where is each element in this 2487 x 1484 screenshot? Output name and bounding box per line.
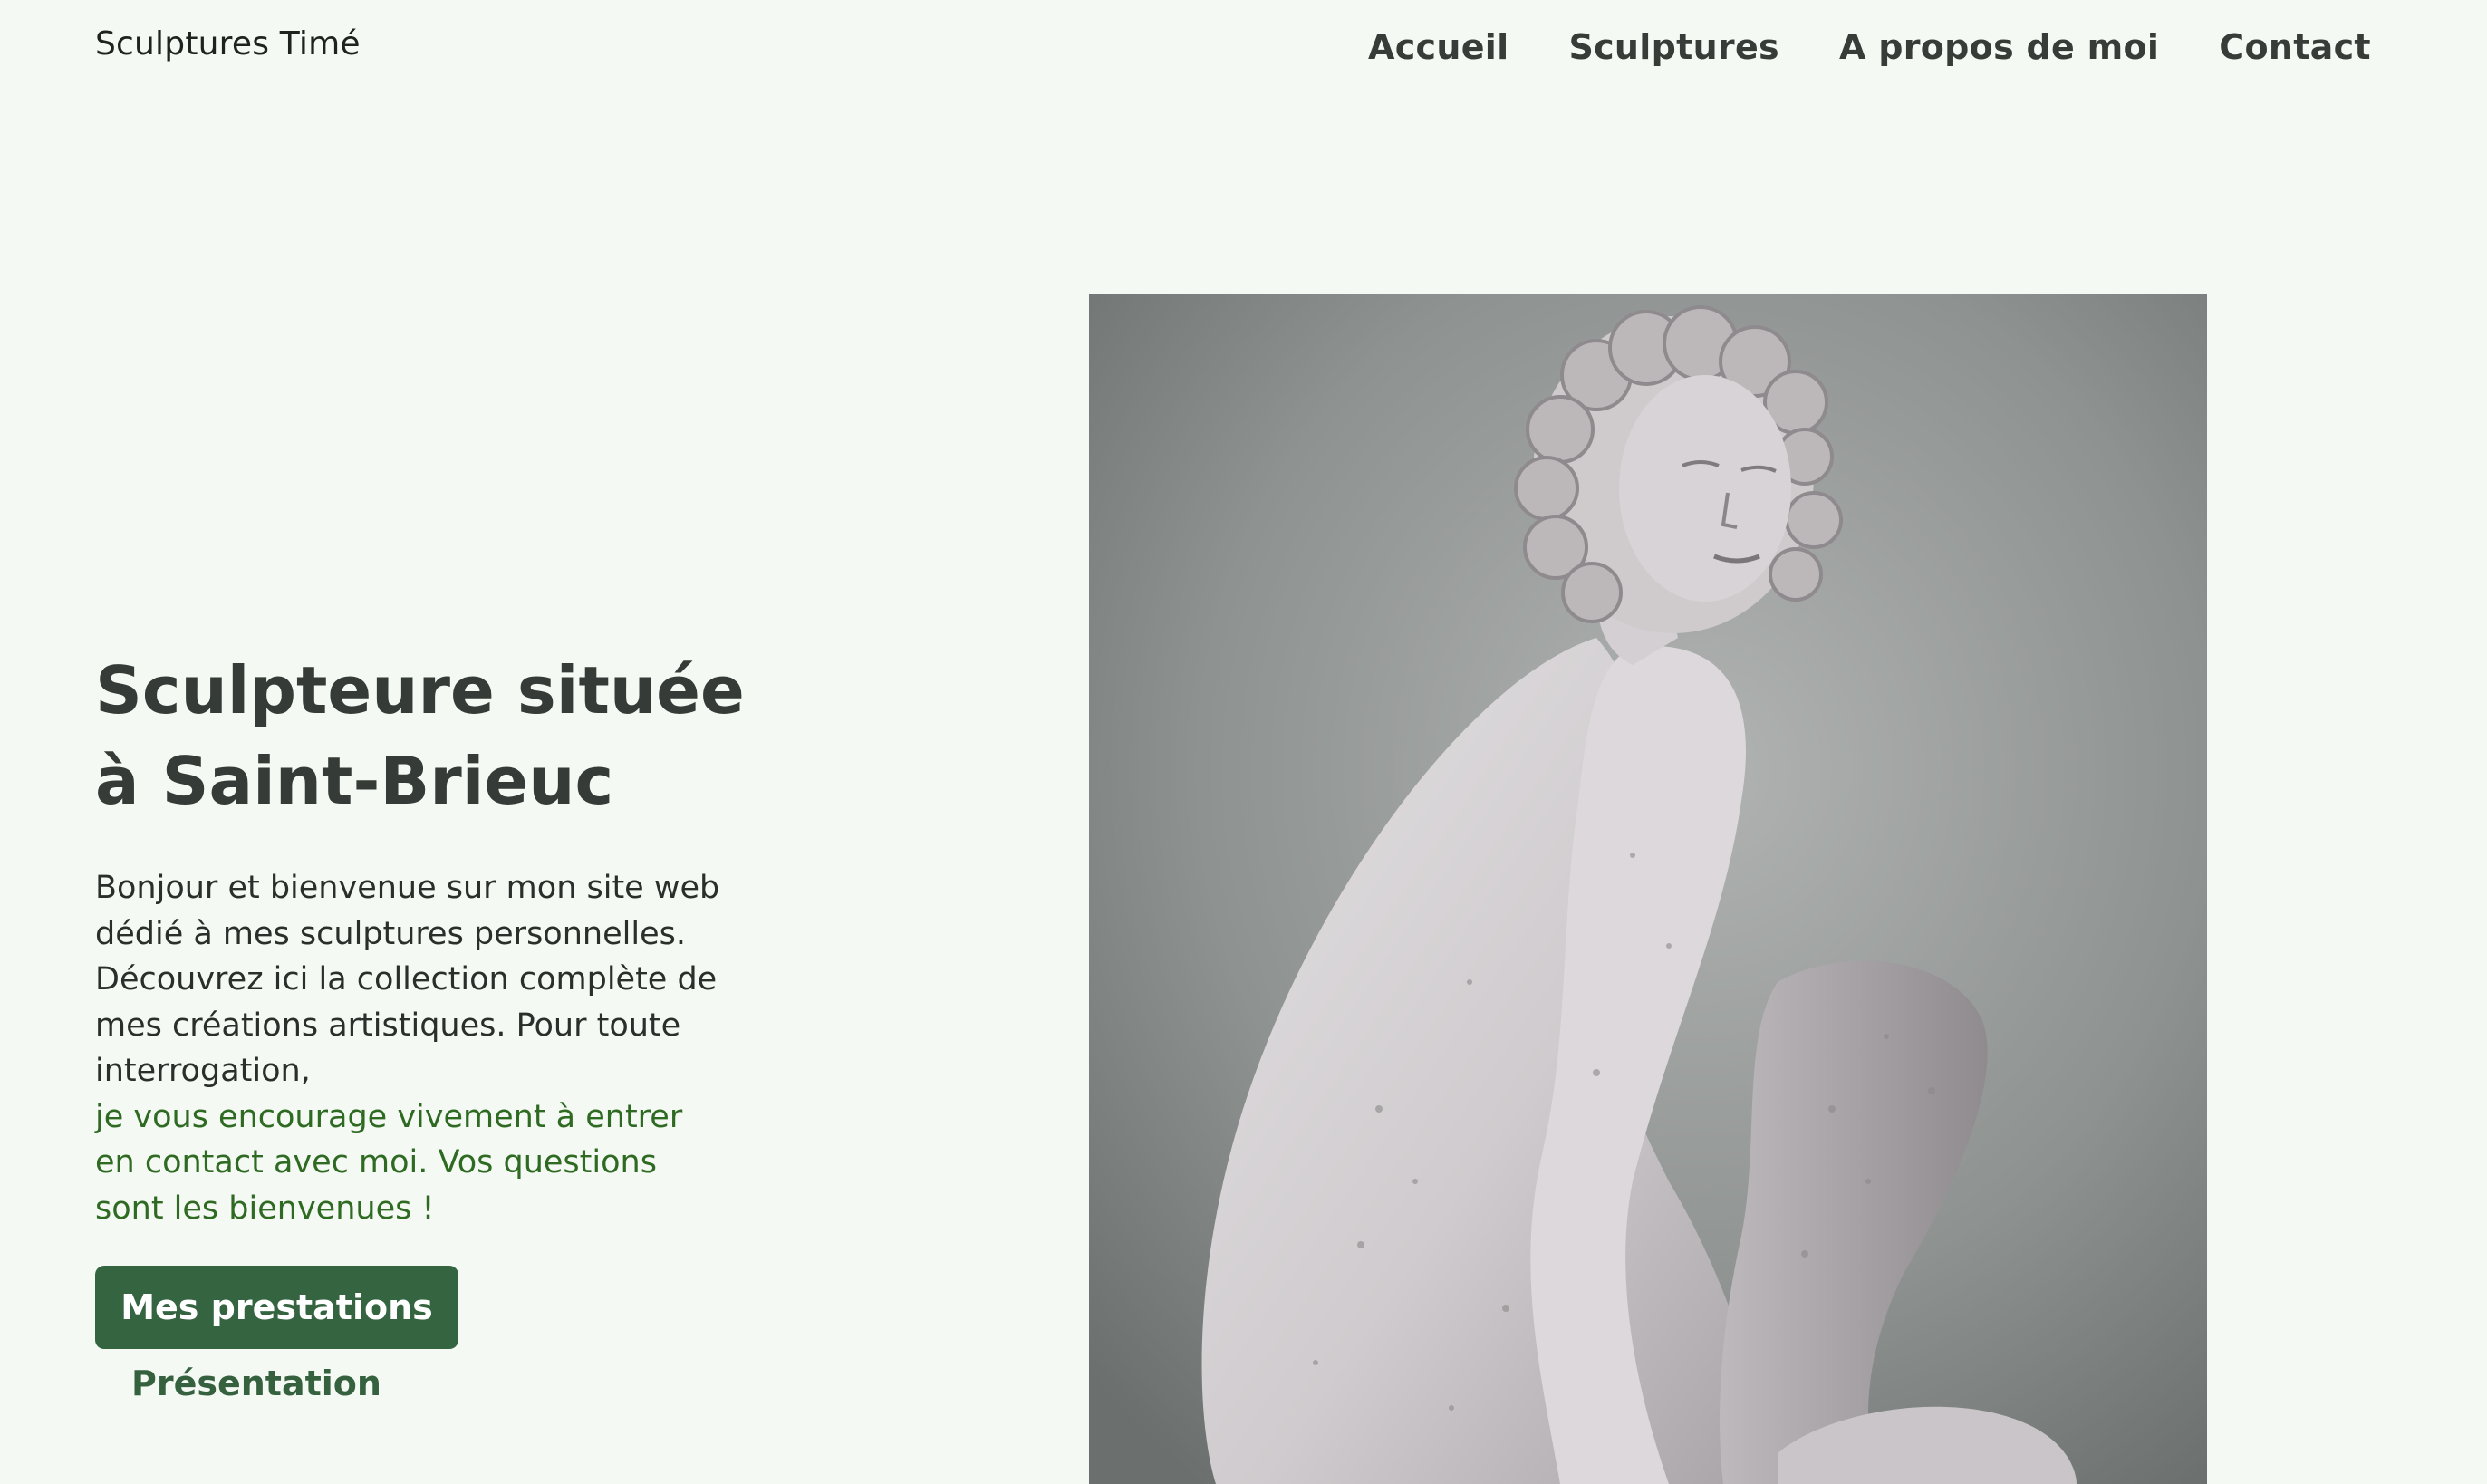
main-nav: Accueil Sculptures A propos de moi Conta… <box>1368 27 2371 67</box>
nav-item-a-propos[interactable]: A propos de moi <box>1839 27 2159 67</box>
presentation-button[interactable]: Présentation <box>131 1364 381 1403</box>
hero-intro-accent: je vous encourage vivement à entrer en c… <box>95 1098 683 1227</box>
hero-intro-main: Bonjour et bienvenue sur mon site web dé… <box>95 870 720 1089</box>
hero-title: Sculpteure située à Saint-Brieuc <box>95 645 747 826</box>
sculpture-photo <box>1089 294 2207 1484</box>
nav-item-accueil[interactable]: Accueil <box>1368 27 1509 67</box>
hero-title-line-2: à Saint-Brieuc <box>95 743 614 819</box>
page: Sculptures Timé Accueil Sculptures A pro… <box>0 0 2487 1484</box>
hero-intro-text: Bonjour et bienvenue sur mon site web dé… <box>95 865 729 1231</box>
sculpture-illustration <box>1089 294 2207 1484</box>
nav-item-contact[interactable]: Contact <box>2219 27 2371 67</box>
hero-title-line-1: Sculpteure située <box>95 652 745 728</box>
site-brand[interactable]: Sculptures Timé <box>95 25 361 63</box>
prestations-button[interactable]: Mes prestations <box>95 1266 458 1349</box>
nav-item-sculptures[interactable]: Sculptures <box>1568 27 1779 67</box>
